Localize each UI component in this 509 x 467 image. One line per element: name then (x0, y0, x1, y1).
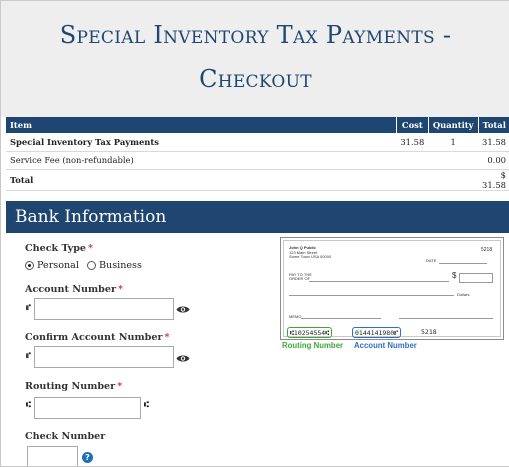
radio-personal[interactable] (25, 261, 34, 270)
item-cost (396, 151, 429, 170)
items-table: Item Cost Quantity Total Special Invento… (6, 117, 509, 191)
routing-number-label: Routing Number * (25, 381, 123, 392)
check-dollar-sign: $ (452, 271, 457, 280)
routing-symbol-right-icon: ⑆ (144, 400, 149, 409)
check-number-help-icon[interactable]: ? (82, 452, 93, 463)
item-name: Special Inventory Tax Payments (6, 133, 397, 152)
item-total: 31.58 (478, 133, 509, 152)
check-date-label: DATE (426, 258, 437, 263)
grand-total: $ 31.58 (478, 169, 509, 191)
item-quantity (428, 169, 479, 191)
check-number-label: Check Number (25, 431, 106, 442)
check-dollars-label: Dollars (457, 292, 470, 297)
confirm-account-number-label: Confirm Account Number * (25, 332, 170, 343)
table-row: Special Inventory Tax Payments 31.58 1 3… (6, 133, 509, 152)
table-row: Service Fee (non-refundable) 0.00 (6, 151, 509, 170)
page-title: Special Inventory Tax Payments - Checkou… (1, 1, 509, 117)
show-account-number-eye-icon[interactable] (176, 305, 190, 314)
check-top-number: 5218 (481, 247, 493, 253)
item-name: Service Fee (non-refundable) (6, 151, 397, 170)
column-header-quantity: Quantity (427, 117, 479, 133)
sample-check-image: John Q Public 123 Main Street Some Town … (280, 237, 504, 340)
column-header-item: Item (6, 117, 397, 133)
account-number-input[interactable] (34, 298, 174, 320)
radio-personal-label[interactable]: Personal (37, 260, 79, 271)
check-account-digits: 0144141980⑈ (352, 327, 402, 338)
required-marker: * (117, 381, 123, 392)
radio-business[interactable] (86, 261, 96, 270)
check-number-digits: 5218 (421, 328, 437, 336)
table-row-total: Total $ 31.58 (6, 169, 509, 191)
column-header-cost: Cost (395, 117, 429, 133)
required-marker: * (164, 332, 170, 343)
checkout-page: Special Inventory Tax Payments - Checkou… (0, 0, 509, 467)
item-name: Total (6, 169, 397, 191)
show-confirm-account-number-eye-icon[interactable] (176, 354, 190, 363)
item-total: 0.00 (478, 151, 509, 170)
item-quantity: 1 (428, 133, 479, 152)
page-title-line2: Checkout (199, 65, 312, 93)
routing-symbol-left-icon: ⑆ (26, 400, 31, 409)
required-marker: * (118, 284, 124, 295)
routing-number-input[interactable] (34, 397, 141, 419)
check-type-label: Check Type * (25, 243, 94, 254)
account-symbol-icon: ⑈ (26, 303, 31, 312)
routing-number-caption: Routing Number (282, 341, 344, 350)
account-number-caption: Account Number (354, 341, 417, 350)
bank-information-header: Bank Information (6, 201, 509, 233)
item-quantity (428, 151, 479, 170)
item-cost: 31.58 (396, 133, 429, 152)
check-payer-address2: Some Town USA 00000 (289, 254, 332, 259)
account-number-label: Account Number * (25, 284, 124, 295)
item-cost (396, 169, 429, 191)
confirm-account-number-input[interactable] (34, 346, 174, 368)
check-number-input[interactable] (27, 446, 78, 466)
page-title-line1: Special Inventory Tax Payments - (59, 21, 452, 49)
column-header-total: Total (477, 117, 509, 133)
check-amount-box (459, 273, 493, 283)
radio-business-label[interactable]: Business (99, 260, 142, 271)
check-routing-digits: ⑆10254554⑆ (287, 327, 333, 338)
required-marker: * (88, 243, 94, 254)
check-memo-label: MEMO (289, 314, 302, 319)
check-type-radio-group: Personal Business (25, 260, 150, 271)
check-order-of-label: ORDER OF (289, 276, 311, 281)
account-symbol-icon: ⑈ (26, 351, 31, 360)
items-table-header: Item Cost Quantity Total (6, 117, 509, 133)
